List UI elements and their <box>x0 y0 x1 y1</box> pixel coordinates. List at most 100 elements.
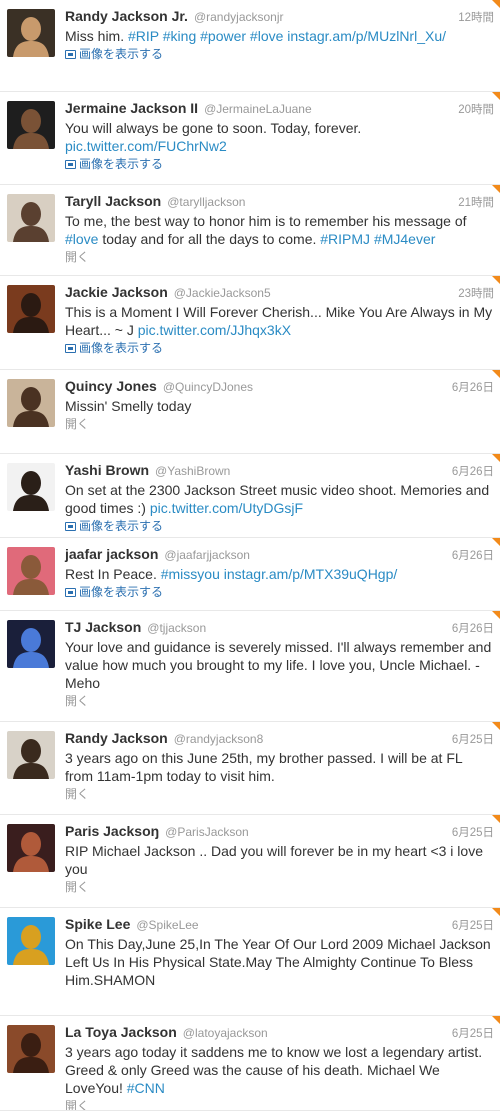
tweet-link[interactable]: pic.twitter.com/FUChrNw2 <box>65 138 227 154</box>
tweet-header: Paris Jacksoŋ @ParisJackson 6月25日 <box>65 823 494 841</box>
tweet-link[interactable]: #RIP #king #power #love instagr.am/p/MUz… <box>128 28 446 44</box>
timestamp[interactable]: 6月26日 <box>452 379 494 395</box>
tweet-text-segment: You will always be gone to soon. Today, … <box>65 120 362 136</box>
expand-link[interactable]: 開く <box>65 786 494 802</box>
tweet-item[interactable]: Taryll Jackson @tarylljackson 21時間 To me, t… <box>0 185 500 276</box>
avatar[interactable] <box>7 463 55 511</box>
tweet-link[interactable]: #missyou instagr.am/p/MTX39uQHgp/ <box>161 566 398 582</box>
tweet-item[interactable]: jaafar jackson @jaafarjjackson 6月26日 Rest I… <box>0 538 500 611</box>
timestamp[interactable]: 21時間 <box>458 194 494 210</box>
user-name[interactable]: La Toya Jackson <box>65 1024 177 1040</box>
user-name[interactable]: Spike Lee <box>65 916 130 932</box>
action-label: 画像を表示する <box>79 519 164 533</box>
user-handle[interactable]: @YashiBrown <box>155 464 448 478</box>
avatar[interactable] <box>7 824 55 872</box>
timestamp[interactable]: 6月26日 <box>452 463 494 479</box>
new-tweet-marker-icon <box>492 815 500 823</box>
user-handle[interactable]: @JackieJackson5 <box>174 286 454 300</box>
user-name[interactable]: Jackie Jackson <box>65 284 168 300</box>
avatar[interactable] <box>7 1025 55 1073</box>
avatar[interactable] <box>7 379 55 427</box>
new-tweet-marker-icon <box>492 0 500 8</box>
tweet-item[interactable]: Paris Jacksoŋ @ParisJackson 6月25日 RIP Micha… <box>0 815 500 908</box>
user-handle[interactable]: @randyjackson8 <box>174 732 448 746</box>
avatar[interactable] <box>7 9 55 57</box>
tweet-item[interactable]: Spike Lee @SpikeLee 6月25日 On This Day,June … <box>0 908 500 1016</box>
user-name[interactable]: jaafar jackson <box>65 546 158 562</box>
tweet-text: 3 years ago on this June 25th, my brothe… <box>65 749 494 785</box>
user-name[interactable]: Randy Jackson Jr. <box>65 8 188 24</box>
tweet-item[interactable]: TJ Jackson @tjjackson 6月26日 Your love and g… <box>0 611 500 722</box>
tweet-text: You will always be gone to soon. Today, … <box>65 119 494 155</box>
timestamp[interactable]: 6月25日 <box>452 917 494 933</box>
timestamp[interactable]: 6月25日 <box>452 731 494 747</box>
user-name[interactable]: Taryll Jackson <box>65 193 161 209</box>
timestamp[interactable]: 6月25日 <box>452 1025 494 1041</box>
tweet-item[interactable]: Jackie Jackson @JackieJackson5 23時間 This is… <box>0 276 500 370</box>
view-image-link[interactable]: 画像を表示する <box>65 340 494 356</box>
view-image-link[interactable]: 画像を表示する <box>65 156 494 172</box>
user-handle[interactable]: @SpikeLee <box>136 918 447 932</box>
expand-link[interactable]: 開く <box>65 416 494 432</box>
tweet-link[interactable]: pic.twitter.com/UtyDGsjF <box>150 500 303 516</box>
tweet-item[interactable]: Randy Jackson @randyjackson8 6月25日 3 years … <box>0 722 500 815</box>
user-handle[interactable]: @tjjackson <box>147 621 448 635</box>
avatar[interactable] <box>7 101 55 149</box>
timestamp[interactable]: 20時間 <box>458 101 494 117</box>
expand-link[interactable]: 開く <box>65 249 494 265</box>
user-handle[interactable]: @tarylljackson <box>167 195 454 209</box>
view-image-link[interactable]: 画像を表示する <box>65 46 494 62</box>
user-handle[interactable]: @randyjacksonjr <box>194 10 454 24</box>
timestamp[interactable]: 6月25日 <box>452 824 494 840</box>
action-label: 画像を表示する <box>79 585 164 599</box>
tweet-header: Randy Jackson Jr. @randyjacksonjr 12時間 <box>65 8 494 26</box>
tweet-link[interactable]: #love <box>65 231 98 247</box>
expand-link[interactable]: 開く <box>65 879 494 895</box>
avatar[interactable] <box>7 917 55 965</box>
avatar[interactable] <box>7 731 55 779</box>
tweet-header: Randy Jackson @randyjackson8 6月25日 <box>65 730 494 748</box>
timestamp[interactable]: 6月26日 <box>452 620 494 636</box>
expand-link[interactable]: 開く <box>65 693 494 709</box>
timestamp[interactable]: 6月26日 <box>452 547 494 563</box>
timestamp[interactable]: 23時間 <box>458 285 494 301</box>
user-handle[interactable]: @JermaineLaJuane <box>204 102 454 116</box>
tweet-text-segment: Missin' Smelly today <box>65 398 192 414</box>
tweet-item[interactable]: Jermaine Jackson II @JermaineLaJuane 20時間 Y… <box>0 92 500 185</box>
action-label: 画像を表示する <box>79 157 164 171</box>
action-label: 画像を表示する <box>79 341 164 355</box>
tweet-link[interactable]: #CNN <box>127 1080 165 1096</box>
tweet-header: La Toya Jackson @latoyajackson 6月25日 <box>65 1024 494 1042</box>
tweet-text-segment: RIP Michael Jackson .. Dad you will fore… <box>65 843 483 877</box>
user-name[interactable]: Quincy Jones <box>65 378 157 394</box>
avatar[interactable] <box>7 285 55 333</box>
expand-link[interactable]: 開く <box>65 1098 494 1111</box>
tweet-item[interactable]: Yashi Brown @YashiBrown 6月26日 On set at the… <box>0 454 500 538</box>
action-label: 開く <box>65 1099 90 1111</box>
avatar[interactable] <box>7 547 55 595</box>
action-label: 開く <box>65 880 90 894</box>
timestamp[interactable]: 12時間 <box>458 9 494 25</box>
user-handle[interactable]: @jaafarjjackson <box>164 548 447 562</box>
action-label: 開く <box>65 250 90 264</box>
tweet-item[interactable]: Randy Jackson Jr. @randyjacksonjr 12時間 Miss… <box>0 0 500 92</box>
action-label: 開く <box>65 787 90 801</box>
user-name[interactable]: Yashi Brown <box>65 462 149 478</box>
tweet-link[interactable]: #RIPMJ #MJ4ever <box>320 231 435 247</box>
tweet-item[interactable]: La Toya Jackson @latoyajackson 6月25日 3 year… <box>0 1016 500 1111</box>
user-name[interactable]: TJ Jackson <box>65 619 141 635</box>
user-name[interactable]: Paris Jacksoŋ <box>65 823 159 839</box>
view-image-link[interactable]: 画像を表示する <box>65 518 494 534</box>
action-label: 開く <box>65 694 90 708</box>
tweet-link[interactable]: pic.twitter.com/JJhqx3kX <box>138 322 291 338</box>
user-handle[interactable]: @ParisJackson <box>165 825 448 839</box>
tweet-text: On set at the 2300 Jackson Street music … <box>65 481 494 517</box>
user-handle[interactable]: @latoyajackson <box>183 1026 448 1040</box>
view-image-link[interactable]: 画像を表示する <box>65 584 494 600</box>
user-handle[interactable]: @QuincyDJones <box>163 380 448 394</box>
user-name[interactable]: Jermaine Jackson II <box>65 100 198 116</box>
avatar[interactable] <box>7 620 55 668</box>
tweet-item[interactable]: Quincy Jones @QuincyDJones 6月26日 Missin' Sm… <box>0 370 500 454</box>
user-name[interactable]: Randy Jackson <box>65 730 168 746</box>
avatar[interactable] <box>7 194 55 242</box>
